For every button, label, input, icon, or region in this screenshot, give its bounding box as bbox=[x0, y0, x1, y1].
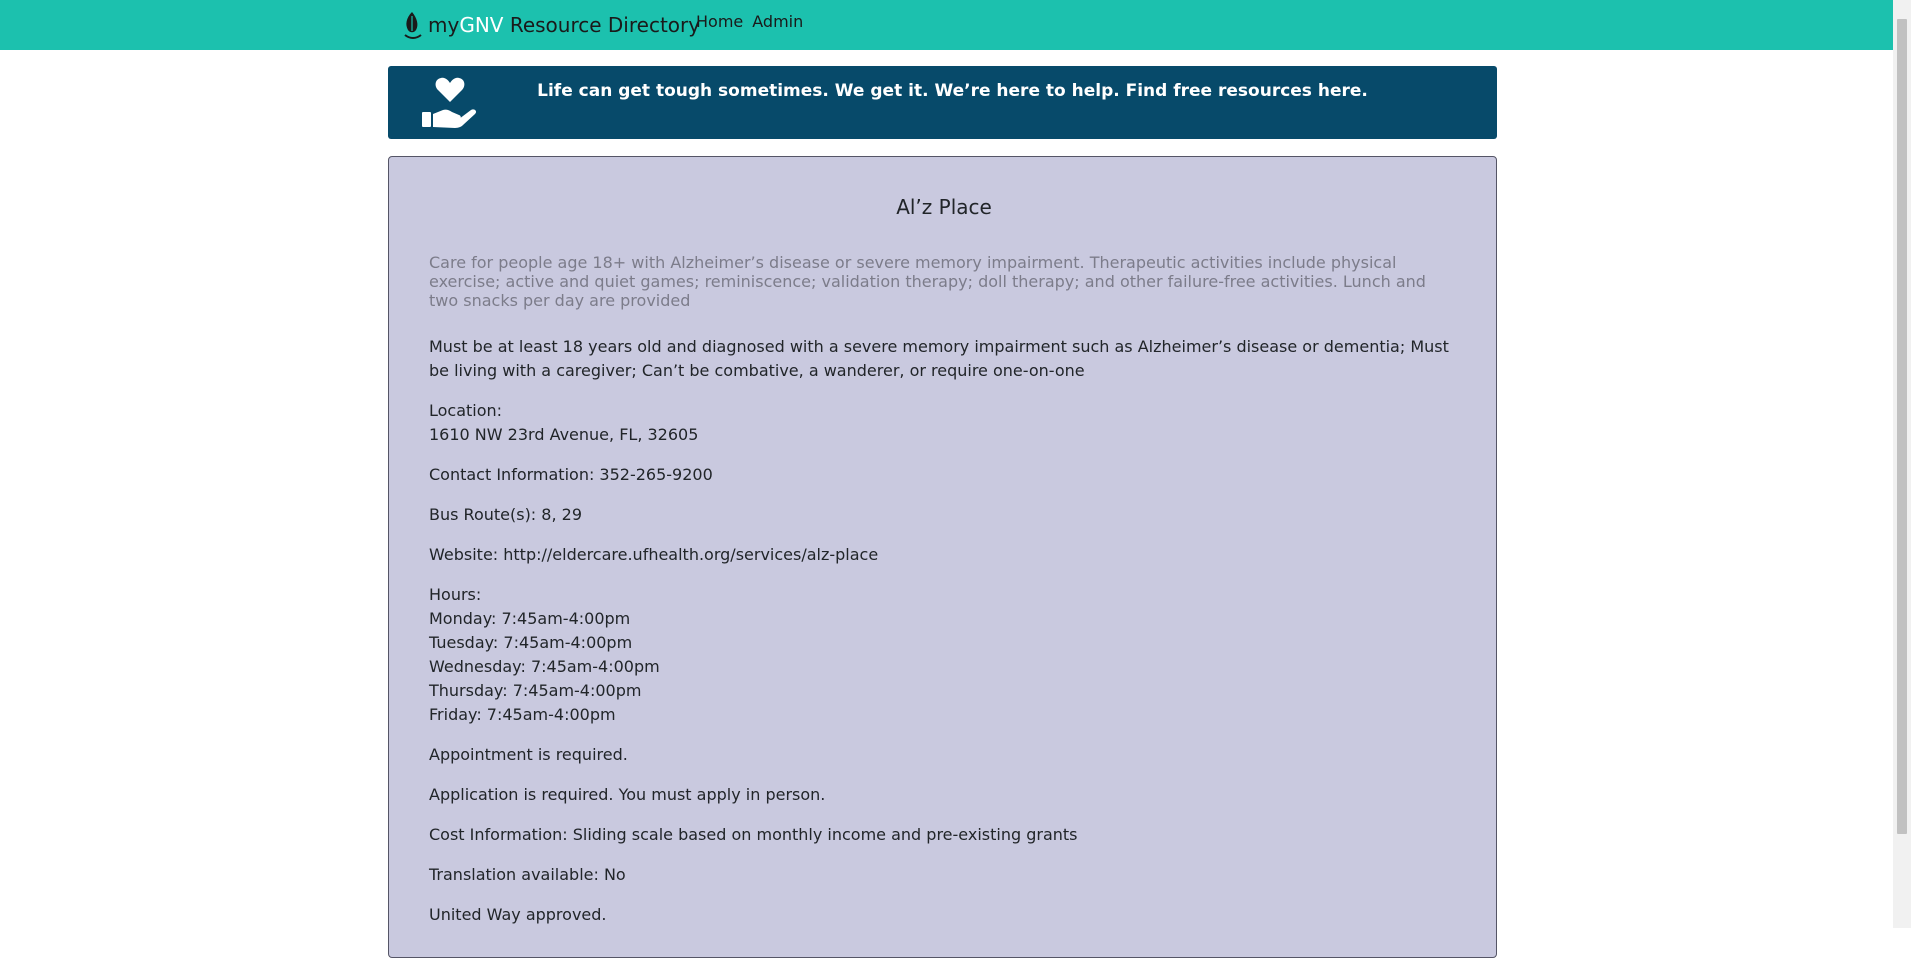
location-section: Location: 1610 NW 23rd Avenue, FL, 32605 bbox=[429, 399, 1459, 447]
brand-suffix: Resource Directory bbox=[503, 13, 701, 37]
contact-info: Contact Information: 352-265-9200 bbox=[429, 465, 713, 484]
website-link[interactable]: Website: http://eldercare.ufhealth.org/s… bbox=[429, 543, 1459, 567]
cost-info: Cost Information: Sliding scale based on… bbox=[429, 825, 1078, 844]
brand-prefix: my bbox=[428, 13, 460, 37]
top-navbar: myGNV Resource Directory Home Admin bbox=[0, 0, 1893, 50]
brand-title: myGNV Resource Directory bbox=[428, 13, 700, 37]
leaf-logo-icon bbox=[404, 12, 422, 39]
location-label: Location: bbox=[429, 401, 503, 420]
hours-thursday: Thursday: 7:45am-4:00pm bbox=[429, 681, 642, 700]
location-address: 1610 NW 23rd Avenue, FL, 32605 bbox=[429, 425, 699, 444]
hours-monday: Monday: 7:45am-4:00pm bbox=[429, 609, 631, 628]
resource-card-body: Al’z Place Care for people age 18+ with … bbox=[429, 157, 1459, 927]
bus-routes: Bus Route(s): 8, 29 bbox=[429, 505, 582, 524]
translation-info: Translation available: No bbox=[429, 865, 626, 884]
hours-tuesday: Tuesday: 7:45am-4:00pm bbox=[429, 633, 633, 652]
resource-title: Al’z Place bbox=[896, 195, 992, 219]
nav-home-link[interactable]: Home bbox=[696, 12, 743, 31]
scrollbar-thumb[interactable] bbox=[1897, 19, 1907, 834]
help-banner: Life can get tough sometimes. We get it.… bbox=[388, 66, 1497, 139]
application-info: Application is required. You must apply … bbox=[429, 785, 826, 804]
banner-message: Life can get tough sometimes. We get it.… bbox=[537, 81, 1368, 101]
main-nav: Home Admin bbox=[696, 12, 803, 31]
united-way-status: United Way approved. bbox=[429, 905, 607, 924]
hours-label: Hours: bbox=[429, 585, 482, 604]
page-scrollbar[interactable] bbox=[1893, 0, 1911, 928]
hours-wednesday: Wednesday: 7:45am-4:00pm bbox=[429, 657, 660, 676]
brand-highlight: GNV bbox=[459, 13, 504, 37]
hours-section: Hours: Monday: 7:45am-4:00pm Tuesday: 7:… bbox=[429, 583, 1459, 727]
hours-friday: Friday: 7:45am-4:00pm bbox=[429, 705, 616, 724]
resource-card: Al’z Place Care for people age 18+ with … bbox=[388, 156, 1497, 958]
brand-link[interactable]: myGNV Resource Directory bbox=[402, 6, 700, 44]
resource-description: Care for people age 18+ with Alzheimer’s… bbox=[429, 253, 1426, 310]
appointment-info: Appointment is required. bbox=[429, 745, 628, 764]
nav-admin-link[interactable]: Admin bbox=[752, 12, 803, 31]
eligibility-text: Must be at least 18 years old and diagno… bbox=[429, 337, 1449, 380]
